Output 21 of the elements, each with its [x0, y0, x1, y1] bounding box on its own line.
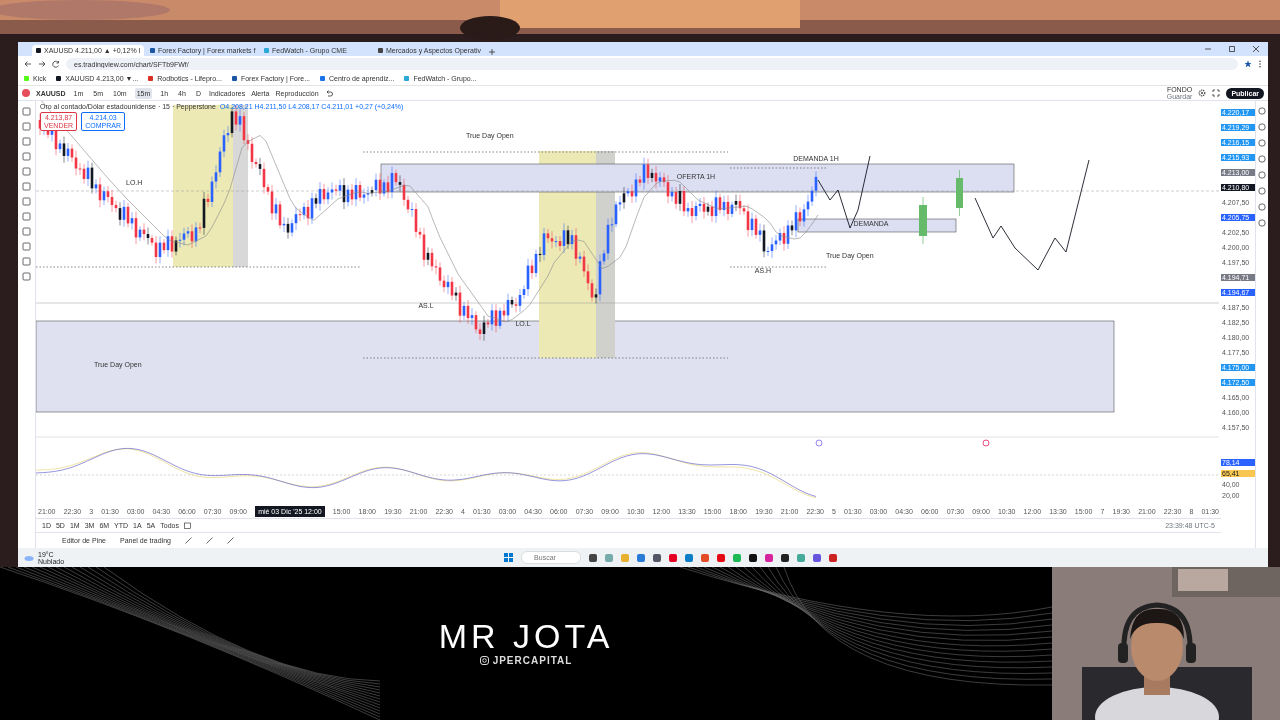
close-icon[interactable]: [1252, 45, 1260, 53]
social-handle: JPERCAPITAL: [492, 654, 573, 668]
star-icon[interactable]: [1244, 60, 1252, 68]
event-marker-icon: [815, 439, 823, 447]
reload-icon[interactable]: [52, 60, 60, 68]
camera-icon: [479, 656, 489, 665]
settings-icon[interactable]: [1198, 89, 1207, 97]
menu-icon[interactable]: [1258, 60, 1262, 68]
cloud-icon: [24, 554, 34, 561]
minimize-icon[interactable]: [1204, 45, 1212, 53]
maximize-icon[interactable]: [1228, 45, 1236, 53]
start-icon[interactable]: [504, 553, 514, 562]
new-tab-icon[interactable]: [488, 48, 496, 56]
undo-icon[interactable]: [324, 89, 333, 97]
forward-icon[interactable]: [38, 60, 46, 68]
channel-name: MR JOTA: [438, 619, 614, 653]
fullscreen-icon[interactable]: [1212, 89, 1221, 97]
avatar-icon[interactable]: [22, 89, 30, 97]
back-icon[interactable]: [24, 60, 32, 68]
line-tool-icon[interactable]: [184, 537, 192, 544]
event-marker-icon: [982, 439, 990, 447]
